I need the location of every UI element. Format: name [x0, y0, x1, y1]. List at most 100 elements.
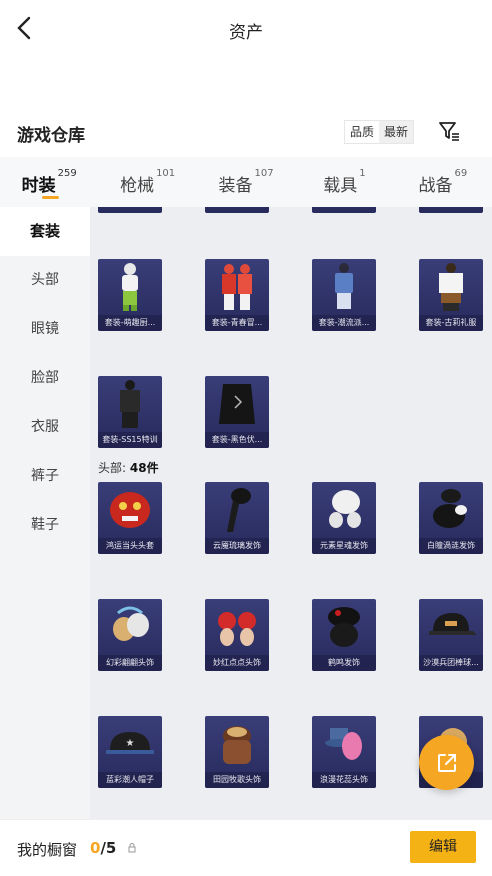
item-card[interactable]: 妙红点点头饰 — [205, 599, 269, 671]
item-card[interactable]: 套装-潮流派... — [312, 259, 376, 331]
tab-count: 101 — [156, 168, 176, 179]
cap-icon: ★ — [106, 732, 154, 754]
tab-count: 107 — [254, 168, 274, 179]
sidebar-item-shoes[interactable]: 鞋子 — [0, 501, 90, 550]
section-label: 头部: — [98, 461, 127, 475]
sidebar-item-face[interactable]: 脸部 — [0, 354, 90, 403]
item-card[interactable]: 套装-萌趣厨... — [98, 259, 162, 331]
item-name: 幻彩翩翩头饰 — [98, 655, 162, 671]
showcase-count: 0/5 — [90, 839, 116, 857]
hair-icon — [329, 490, 361, 528]
item-name: 鸿运当头头套 — [98, 538, 162, 554]
hair-icon — [328, 607, 360, 647]
item-name: 套装-青春冒... — [205, 315, 269, 331]
showcase-current: 0 — [90, 839, 101, 857]
tab-supplies[interactable]: 战备69 — [394, 157, 492, 207]
outfit-icon — [219, 384, 255, 424]
outfit-icon — [439, 263, 463, 311]
tab-vehicles[interactable]: 载具1 — [295, 157, 393, 207]
showcase-label: 我的橱窗 — [17, 841, 78, 859]
item-name: 元素星魂发饰 — [312, 538, 376, 554]
item-card[interactable]: 鸿运当头头套 — [98, 482, 162, 554]
tab-label: 战备 — [418, 176, 453, 196]
showcase-total: /5 — [100, 839, 117, 857]
outfit-icon — [122, 263, 138, 311]
item-name: 套装-古莉礼服 — [419, 315, 483, 331]
hair-icon — [223, 726, 251, 764]
filter-button[interactable] — [437, 119, 461, 143]
hair-icon — [218, 612, 256, 646]
tab-label: 枪械 — [120, 176, 155, 196]
item-card[interactable]: 幻彩翩翩头饰 — [98, 599, 162, 671]
sidebar-item-head[interactable]: 头部 — [0, 256, 90, 305]
item-card[interactable]: 套装-青春冒... — [205, 259, 269, 331]
lion-mask-icon — [110, 492, 150, 528]
outfit-icon — [335, 263, 353, 309]
item-card[interactable]: 云魇琉璃发饰 — [205, 482, 269, 554]
item-name: 套装-SS15特训 — [98, 432, 162, 448]
section-count: 48件 — [129, 461, 159, 475]
item-grid: 套装-萌趣厨... 套装-青春冒... 套装-潮流派... 套装-古莉礼服 套装… — [90, 207, 492, 819]
item-card[interactable]: 套装-黑色伏... — [205, 376, 269, 448]
sort-quality-button[interactable]: 品质 — [345, 121, 379, 143]
lock-icon — [128, 843, 136, 853]
hat-icon — [325, 728, 362, 760]
item-name: 云魇琉璃发饰 — [205, 538, 269, 554]
sidebar-item-pants[interactable]: 裤子 — [0, 452, 90, 501]
item-name: 鹤鸣发饰 — [312, 655, 376, 671]
item-name: 套装-黑色伏... — [205, 432, 269, 448]
item-card[interactable]: 田园牧歌头饰 — [205, 716, 269, 788]
item-card[interactable]: 浪漫花蕊头饰 — [312, 716, 376, 788]
svg-text:★: ★ — [126, 738, 135, 749]
item-card[interactable] — [419, 207, 483, 213]
tab-count: 69 — [454, 168, 468, 179]
filter-icon — [439, 122, 459, 141]
item-card[interactable] — [312, 207, 376, 213]
section-header-head: 头部: 48件 — [98, 459, 159, 476]
sidebar-item-clothes[interactable]: 衣服 — [0, 403, 90, 452]
sidebar-item-glasses[interactable]: 眼镜 — [0, 305, 90, 354]
sort-toggle: 品质 最新 — [344, 120, 415, 144]
item-name: 套装-潮流派... — [312, 315, 376, 331]
tab-count: 1 — [359, 168, 366, 179]
item-card[interactable]: 元素星魂发饰 — [312, 482, 376, 554]
tab-label: 时装 — [21, 176, 56, 196]
tab-fashion[interactable]: 时装259 — [0, 157, 98, 207]
item-card[interactable]: 沙漠兵团棒球... — [419, 599, 483, 671]
item-card[interactable]: ★ 蓝彩潮人帽子 — [98, 716, 162, 788]
item-name: 蓝彩潮人帽子 — [98, 772, 162, 788]
hair-icon — [113, 606, 149, 641]
item-card[interactable] — [98, 207, 162, 213]
item-name: 浪漫花蕊头饰 — [312, 772, 376, 788]
tab-firearms[interactable]: 枪械101 — [98, 157, 196, 207]
item-name: 沙漠兵团棒球... — [419, 655, 483, 671]
subcategory-sidebar: 套装 头部 眼镜 脸部 衣服 裤子 鞋子 — [0, 207, 90, 819]
share-button[interactable] — [419, 735, 474, 790]
item-name: 田园牧歌头饰 — [205, 772, 269, 788]
header: 资产 — [0, 0, 492, 58]
sidebar-item-outfit[interactable]: 套装 — [0, 207, 90, 256]
page-title: 资产 — [229, 23, 263, 43]
category-tabs: 时装259 枪械101 装备107 载具1 战备69 — [0, 157, 492, 207]
cap-icon — [429, 613, 477, 635]
item-name: 妙红点点头饰 — [205, 655, 269, 671]
item-name: 套装-萌趣厨... — [98, 315, 162, 331]
item-card[interactable] — [205, 207, 269, 213]
item-card[interactable]: 套装-古莉礼服 — [419, 259, 483, 331]
share-icon — [437, 753, 456, 772]
item-card[interactable]: 鹤鸣发饰 — [312, 599, 376, 671]
hair-icon — [227, 488, 251, 532]
sort-newest-button[interactable]: 最新 — [379, 121, 414, 143]
item-name: 白瞳渦涟发饰 — [419, 538, 483, 554]
tab-equipment[interactable]: 装备107 — [197, 157, 295, 207]
edit-button[interactable]: 编辑 — [410, 831, 476, 863]
outfit-icon — [120, 380, 140, 428]
tab-label: 装备 — [218, 176, 253, 196]
item-card[interactable]: 白瞳渦涟发饰 — [419, 482, 483, 554]
tab-count: 259 — [57, 168, 77, 179]
tab-label: 载具 — [323, 176, 358, 196]
item-card[interactable]: 套装-SS15特训 — [98, 376, 162, 448]
bottom-bar: 我的橱窗 0/5 编辑 — [0, 819, 492, 876]
outfit-icon — [222, 264, 252, 310]
hair-icon — [433, 489, 467, 528]
